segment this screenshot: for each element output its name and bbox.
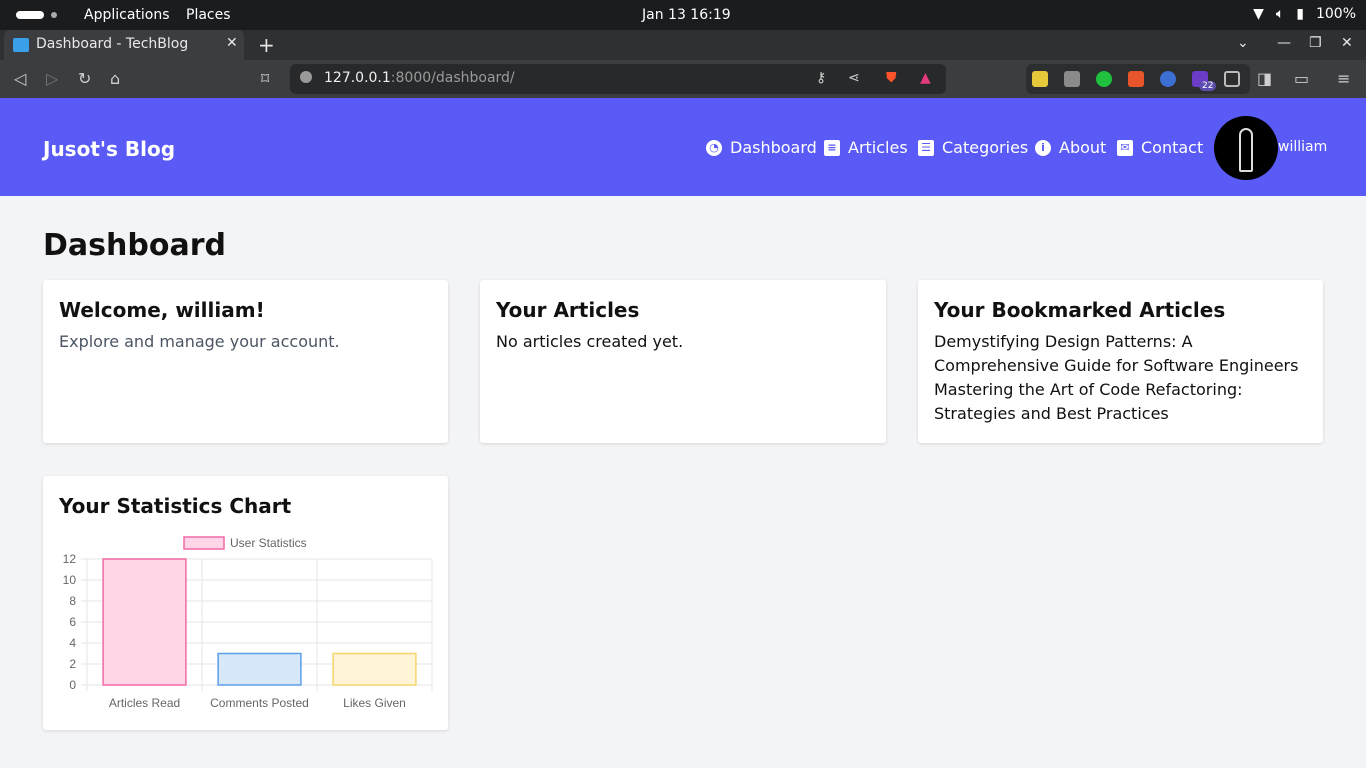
bar xyxy=(217,652,302,686)
extension-fire-icon[interactable] xyxy=(1128,71,1144,87)
nav-categories-label: Categories xyxy=(942,138,1029,157)
url-path: :8000/dashboard/ xyxy=(390,70,515,86)
bar xyxy=(332,652,417,686)
system-top-bar: Applications Places Jan 13 16:19 ▼ 🔈︎ ▮ … xyxy=(0,0,1366,30)
welcome-heading: Welcome, william! xyxy=(59,298,265,322)
home-icon[interactable]: ⌂ xyxy=(110,69,120,88)
tab-list-icon[interactable]: ⌄ xyxy=(1237,35,1249,51)
reload-icon[interactable]: ↻ xyxy=(78,69,91,88)
y-tick-label: 4 xyxy=(69,636,76,650)
extension-camera-icon[interactable] xyxy=(1064,71,1080,87)
bookmarks-heading: Your Bookmarked Articles xyxy=(934,298,1226,322)
nav-dashboard[interactable]: ◔ Dashboard xyxy=(706,138,817,157)
bookmarks-card: Your Bookmarked Articles Demystifying De… xyxy=(918,280,1323,443)
new-tab-button[interactable]: + xyxy=(258,33,275,57)
extensions-puzzle-icon[interactable] xyxy=(1224,71,1240,87)
favicon-icon xyxy=(13,38,29,52)
close-window-icon[interactable]: ✕ xyxy=(1341,35,1353,51)
share-icon[interactable]: ⋖ xyxy=(848,70,860,86)
welcome-text: Explore and manage your account. xyxy=(59,332,340,351)
system-tray[interactable]: ▼ 🔈︎ ▮ 100% xyxy=(1253,6,1356,22)
y-tick-label: 6 xyxy=(69,615,76,629)
bookmark-link[interactable]: Demystifying Design Patterns: A Comprehe… xyxy=(934,330,1307,378)
nav-about[interactable]: i About xyxy=(1035,138,1106,157)
url-text: 127.0.0.1:8000/dashboard/ xyxy=(324,70,515,86)
forward-icon[interactable]: ▷ xyxy=(46,69,58,88)
username-link[interactable]: william xyxy=(1278,139,1327,155)
gauge-icon: ◔ xyxy=(706,139,722,156)
bookmark-icon[interactable]: ⌑ xyxy=(261,69,269,88)
avatar[interactable] xyxy=(1214,116,1278,180)
places-menu[interactable]: Places xyxy=(186,7,231,23)
nav-dashboard-label: Dashboard xyxy=(730,138,817,157)
applications-menu[interactable]: Applications xyxy=(84,7,170,23)
browser-menu-icon[interactable]: ≡ xyxy=(1337,69,1350,88)
nav-articles[interactable]: ≡ Articles xyxy=(824,138,908,157)
sidebar-toggle-icon[interactable]: ◨ xyxy=(1257,69,1272,88)
brave-rewards-icon[interactable]: ▲ xyxy=(920,70,931,86)
battery-level: 100% xyxy=(1315,6,1356,22)
address-bar[interactable]: 127.0.0.1:8000/dashboard/ ⚷ ⋖ ⛊ ▲ xyxy=(290,64,946,94)
nav-articles-label: Articles xyxy=(848,138,908,157)
newspaper-icon: ≡ xyxy=(824,139,840,156)
browser-toolbar: ◁ ▷ ↻ ⌂ ⌑ 127.0.0.1:8000/dashboard/ ⚷ ⋖ … xyxy=(0,60,1366,98)
welcome-card: Welcome, william! Explore and manage you… xyxy=(43,280,448,443)
key-icon[interactable]: ⚷ xyxy=(816,70,826,86)
legend-label: User Statistics xyxy=(230,536,307,550)
statistics-card: Your Statistics Chart 0 2 4 6 8 10 12 Articles … xyxy=(43,476,448,730)
clock[interactable]: Jan 13 16:19 xyxy=(642,7,731,23)
workspace-indicator-dot xyxy=(51,12,57,18)
battery-icon: ▮ xyxy=(1296,6,1304,22)
list-icon: ☰ xyxy=(918,139,934,156)
nav-about-label: About xyxy=(1059,138,1107,157)
site-info-icon[interactable] xyxy=(300,71,312,83)
y-tick-label: 8 xyxy=(69,594,76,608)
y-tick-label: 12 xyxy=(63,552,77,566)
info-icon: i xyxy=(1035,139,1051,156)
y-tick-label: 2 xyxy=(69,657,76,671)
url-host: 127.0.0.1 xyxy=(324,70,391,86)
site-navbar: Jusot's Blog ◔ Dashboard ≡ Articles ☰ Ca… xyxy=(0,98,1366,196)
wifi-icon: ▼ xyxy=(1253,6,1264,22)
nav-contact-label: Contact xyxy=(1141,138,1204,157)
bookmark-link[interactable]: Mastering the Art of Code Refactoring: S… xyxy=(934,378,1307,426)
articles-card: Your Articles No articles created yet. xyxy=(480,280,886,443)
extensions-bar xyxy=(1026,64,1250,94)
minimize-icon[interactable]: — xyxy=(1277,35,1291,51)
tab-title: Dashboard - TechBlog xyxy=(36,36,189,52)
envelope-icon: ✉ xyxy=(1117,139,1133,156)
close-tab-icon[interactable]: ✕ xyxy=(226,35,238,51)
browser-tab-strip: Dashboard - TechBlog ✕ + ⌄ — ❐ ✕ xyxy=(0,30,1366,60)
extension-ws-icon[interactable] xyxy=(1160,71,1176,87)
articles-heading: Your Articles xyxy=(496,298,640,322)
brave-shields-icon[interactable]: ⛊ xyxy=(886,70,897,86)
x-tick-label: Articles Read xyxy=(109,696,180,710)
avatar-figure xyxy=(1239,128,1253,172)
bar xyxy=(102,558,187,686)
wallet-icon[interactable]: ▭ xyxy=(1294,69,1309,88)
legend-swatch xyxy=(183,536,225,550)
site-brand[interactable]: Jusot's Blog xyxy=(43,137,175,161)
back-icon[interactable]: ◁ xyxy=(14,69,26,88)
nav-categories[interactable]: ☰ Categories xyxy=(918,138,1028,157)
page-title: Dashboard xyxy=(43,228,226,263)
maximize-icon[interactable]: ❐ xyxy=(1309,35,1322,51)
x-tick-label: Likes Given xyxy=(343,696,406,710)
y-tick-label: 0 xyxy=(69,678,76,692)
extension-badge: 22 xyxy=(1199,81,1217,91)
articles-empty-text: No articles created yet. xyxy=(496,332,684,351)
statistics-chart: 0 2 4 6 8 10 12 Articles Read Comments Posted Lik… xyxy=(63,536,433,710)
nav-contact[interactable]: ✉ Contact xyxy=(1117,138,1203,157)
y-tick-label: 10 xyxy=(63,573,77,587)
x-tick-label: Comments Posted xyxy=(210,696,309,710)
extension-check-icon[interactable] xyxy=(1096,71,1112,87)
extension-terminal-icon[interactable] xyxy=(1032,71,1048,87)
volume-icon: 🔈︎ xyxy=(1275,6,1285,22)
workspace-indicator-active xyxy=(16,11,44,19)
browser-tab[interactable]: Dashboard - TechBlog ✕ xyxy=(4,30,244,60)
